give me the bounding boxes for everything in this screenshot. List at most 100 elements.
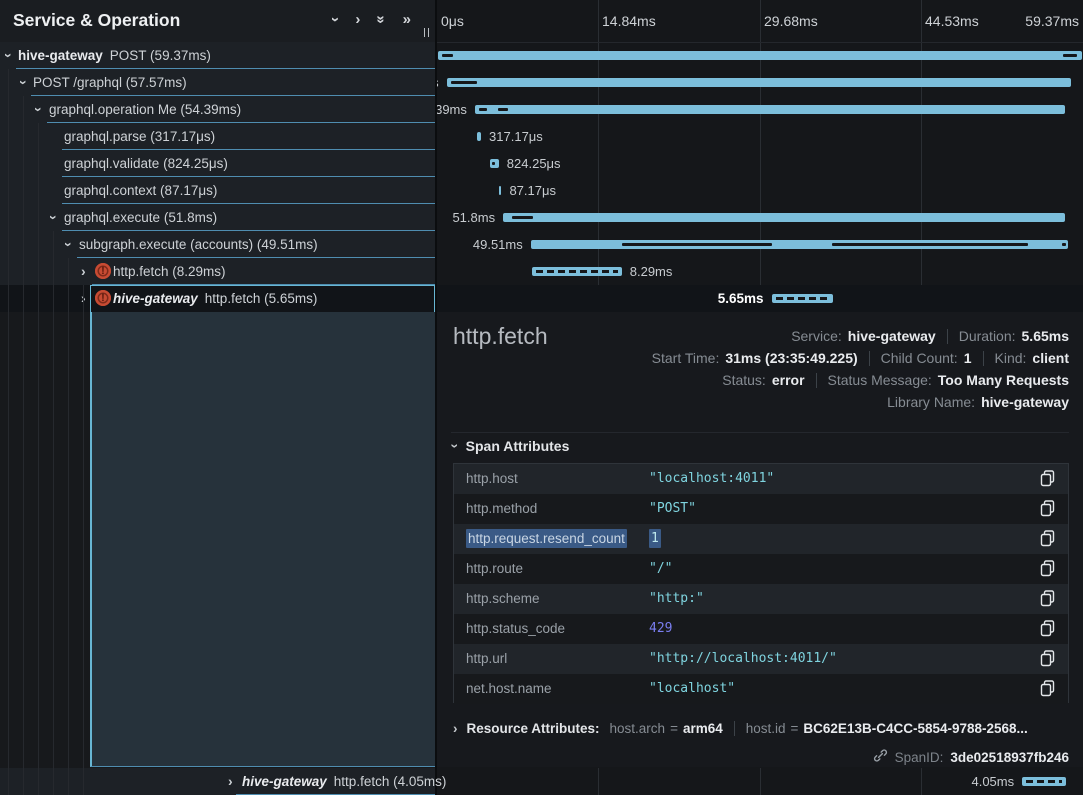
waterfall-row[interactable]: 51.8ms xyxy=(437,204,1083,231)
span-duration-bar[interactable] xyxy=(438,51,1082,60)
attribute-key: http.host xyxy=(466,464,518,494)
waterfall-row[interactable]: 8.29ms xyxy=(437,258,1083,285)
bar-duration-label: 8.29ms xyxy=(630,258,673,285)
span-service-name: hive-gateway xyxy=(113,291,198,306)
span-duration-bar[interactable] xyxy=(532,267,622,276)
link-icon[interactable] xyxy=(873,748,888,766)
meta-value: 5.65ms xyxy=(1022,328,1069,344)
span-duration-bar[interactable] xyxy=(447,78,1071,87)
span-duration-bar[interactable] xyxy=(503,213,1065,222)
attribute-value: "/" xyxy=(649,554,672,584)
waterfall-row[interactable]: 824.25μs xyxy=(437,150,1083,177)
span-tree-row[interactable]: graphql.validate (824.25μs) xyxy=(0,150,435,177)
indent-guide xyxy=(8,69,9,795)
meta-value: hive-gateway xyxy=(981,394,1069,410)
span-tree-row[interactable]: ›hive-gatewayhttp.fetch (5.65ms) xyxy=(0,285,435,312)
error-icon xyxy=(95,263,111,279)
waterfall-row[interactable]: 317.17μs xyxy=(437,123,1083,150)
copy-icon[interactable] xyxy=(1040,470,1058,488)
selected-span-expansion xyxy=(90,312,435,767)
drag-handle-icon[interactable] xyxy=(424,28,430,37)
span-tree-row[interactable]: graphql.parse (317.17μs) xyxy=(0,123,435,150)
span-id-row: SpanID: 3de02518937fb246 xyxy=(873,746,1069,768)
chevron-right-icon[interactable]: › xyxy=(81,258,86,285)
collapse-all-icon[interactable]: » xyxy=(374,15,389,23)
waterfall-row[interactable] xyxy=(437,42,1083,69)
attribute-row: http.request.resend_count1 xyxy=(454,524,1068,554)
span-tree-row[interactable]: ›subgraph.execute (accounts) (49.51ms) xyxy=(0,231,435,258)
span-attributes-header[interactable]: › Span Attributes xyxy=(453,438,569,454)
span-detail-panel: http.fetch Service:hive-gatewayDuration:… xyxy=(437,312,1083,767)
meta-divider xyxy=(869,351,870,366)
span-duration-bar[interactable] xyxy=(531,240,1068,249)
chevron-down-icon[interactable]: › xyxy=(40,215,67,220)
span-meta-line: Service:hive-gatewayDuration:5.65ms xyxy=(791,325,1069,347)
span-duration-bar[interactable] xyxy=(477,132,481,141)
tree-header-title: Service & Operation xyxy=(13,0,180,40)
span-tree-row[interactable]: ›hive-gatewayPOST (59.37ms) xyxy=(0,42,435,69)
bar-duration-label: 54.39ms xyxy=(437,96,467,123)
attribute-row: http.method"POST" xyxy=(454,494,1068,524)
span-label: graphql.context (87.17μs) xyxy=(64,177,217,204)
error-icon xyxy=(95,290,111,306)
waterfall-row[interactable]: 54.39ms xyxy=(437,96,1083,123)
chevron-down-icon[interactable]: › xyxy=(55,242,82,247)
span-tree-row[interactable]: ›http.fetch (8.29ms) xyxy=(0,258,435,285)
indent-guide xyxy=(23,96,24,795)
copy-icon[interactable] xyxy=(1040,530,1058,548)
resource-equals: = xyxy=(791,721,799,736)
attribute-value: "localhost:4011" xyxy=(649,464,774,494)
child-span-mark xyxy=(1062,243,1066,246)
copy-icon[interactable] xyxy=(1040,590,1058,608)
meta-label: Kind: xyxy=(995,350,1027,366)
span-label: hive-gatewayhttp.fetch (5.65ms) xyxy=(113,285,317,312)
meta-label: Service: xyxy=(791,328,842,344)
meta-value: Too Many Requests xyxy=(938,372,1069,388)
meta-divider xyxy=(816,373,817,388)
copy-icon[interactable] xyxy=(1040,680,1058,698)
span-duration-bar[interactable] xyxy=(490,159,499,168)
waterfall-row[interactable]: 57.57ms xyxy=(437,69,1083,96)
copy-icon[interactable] xyxy=(1040,560,1058,578)
ruler-tick: 29.68ms xyxy=(764,0,818,42)
attribute-row: http.route"/" xyxy=(454,554,1068,584)
span-duration-bar[interactable] xyxy=(1022,777,1066,786)
indent-guide xyxy=(83,285,84,795)
attribute-value: "http:" xyxy=(649,584,704,614)
span-tree-row[interactable]: ›graphql.operation Me (54.39ms) xyxy=(0,96,435,123)
waterfall-row[interactable]: 5.65ms xyxy=(437,285,1083,312)
child-span-mark xyxy=(451,81,477,84)
span-tree-row[interactable]: ›hive-gatewayhttp.fetch (4.05ms) xyxy=(0,768,435,795)
expand-all-icon[interactable]: » xyxy=(403,12,411,27)
waterfall-row[interactable]: 4.05ms xyxy=(437,768,1083,795)
span-tree-row[interactable]: ›POST /graphql (57.57ms) xyxy=(0,69,435,96)
attribute-value: "POST" xyxy=(649,494,696,524)
waterfall-row[interactable]: 49.51ms xyxy=(437,231,1083,258)
collapse-one-level-icon[interactable]: › xyxy=(328,17,343,22)
copy-icon[interactable] xyxy=(1040,500,1058,518)
indent-guide xyxy=(38,123,39,795)
resource-attributes-row[interactable]: ›Resource Attributes:host.arch=arm64host… xyxy=(453,716,1028,740)
copy-icon[interactable] xyxy=(1040,650,1058,668)
resource-equals: = xyxy=(670,721,678,736)
attribute-key: http.request.resend_count xyxy=(466,524,627,554)
meta-label: Status Message: xyxy=(828,372,932,388)
attribute-key: http.url xyxy=(466,644,507,674)
meta-value: error xyxy=(772,372,805,388)
attribute-value: "localhost" xyxy=(649,674,735,704)
span-tree-row[interactable]: ›graphql.execute (51.8ms) xyxy=(0,204,435,231)
panel-resize-divider[interactable] xyxy=(435,0,437,795)
span-duration-bar[interactable] xyxy=(772,294,833,303)
chevron-right-icon[interactable]: › xyxy=(228,768,233,795)
copy-icon[interactable] xyxy=(1040,620,1058,638)
indent-guide xyxy=(68,258,69,795)
child-span-mark xyxy=(492,162,495,165)
expand-one-level-icon[interactable]: › xyxy=(355,12,360,27)
span-duration-bar[interactable] xyxy=(499,186,502,195)
waterfall-row[interactable]: 87.17μs xyxy=(437,177,1083,204)
span-duration-bar[interactable] xyxy=(475,105,1065,114)
meta-label: Library Name: xyxy=(887,394,975,410)
ruler-tick: 59.37ms xyxy=(1025,0,1079,42)
chevron-down-icon[interactable]: › xyxy=(25,107,52,112)
span-tree-row[interactable]: graphql.context (87.17μs) xyxy=(0,177,435,204)
